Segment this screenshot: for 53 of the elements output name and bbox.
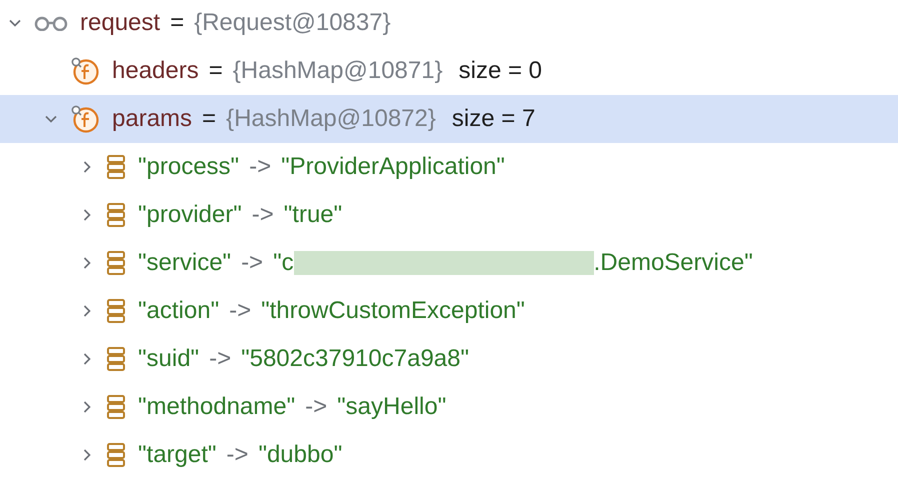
variable-value: "c	[273, 248, 294, 278]
tree-row[interactable]: params = {HashMap@10872} size = 7	[0, 95, 898, 143]
variable-value: {HashMap@10872}	[226, 104, 436, 134]
operator: ->	[252, 200, 274, 230]
tree-row[interactable]: request = {Request@10837}	[0, 0, 898, 47]
operator: ->	[249, 152, 272, 182]
tree-row[interactable]: "service" -> "c .DemoService"	[0, 239, 898, 287]
operator: ->	[226, 440, 248, 470]
tree-row[interactable]: "provider" -> "true"	[0, 191, 898, 239]
variable-value: "sayHello"	[337, 392, 446, 422]
operator: =	[208, 56, 223, 86]
glasses-icon	[34, 15, 68, 31]
variable-name: "target"	[138, 440, 216, 470]
operator: ->	[229, 296, 252, 326]
variable-name: "service"	[138, 248, 232, 278]
tree-row[interactable]: "process" -> "ProviderApplication"	[0, 143, 898, 191]
variable-value: "ProviderApplication"	[281, 152, 505, 182]
variable-name: "process"	[138, 152, 240, 182]
size-label: size = 0	[458, 56, 542, 86]
operator: ->	[209, 344, 232, 374]
variable-name: headers	[112, 56, 199, 86]
map-entry-icon	[106, 442, 126, 468]
variable-value: "5802c37910c7a9a8"	[241, 344, 469, 374]
variable-value: {HashMap@10871}	[232, 56, 443, 86]
operator: ->	[241, 248, 264, 278]
variable-value: .DemoService"	[594, 248, 753, 278]
variable-name: "provider"	[138, 200, 242, 230]
variable-value: "true"	[284, 200, 342, 230]
variable-name: "methodname"	[138, 392, 296, 422]
variable-name: "action"	[138, 296, 220, 326]
tree-row[interactable]: "action" -> "throwCustomException"	[0, 287, 898, 335]
operator: ->	[305, 392, 328, 422]
operator: =	[202, 104, 216, 134]
map-entry-icon	[106, 346, 126, 372]
map-entry-icon	[106, 298, 126, 324]
field-icon	[70, 104, 100, 134]
operator: =	[170, 8, 184, 38]
variable-value: "dubbo"	[258, 440, 342, 470]
tree-row[interactable]: headers = {HashMap@10871} size = 0	[0, 47, 898, 95]
variable-value: "throwCustomException"	[261, 296, 525, 326]
variable-value: {Request@10837}	[194, 8, 391, 38]
variable-name: request	[80, 8, 160, 38]
tree-row[interactable]: "target" -> "dubbo"	[0, 431, 898, 479]
variable-name: "suid"	[138, 344, 200, 374]
map-entry-icon	[106, 154, 126, 180]
tree-row[interactable]: "suid" -> "5802c37910c7a9a8"	[0, 335, 898, 383]
map-entry-icon	[106, 394, 126, 420]
field-icon	[70, 56, 100, 86]
size-label: size = 7	[452, 104, 536, 134]
map-entry-icon	[106, 250, 126, 276]
variable-name: params	[112, 104, 192, 134]
map-entry-icon	[106, 202, 126, 228]
tree-row[interactable]: "methodname" -> "sayHello"	[0, 383, 898, 431]
